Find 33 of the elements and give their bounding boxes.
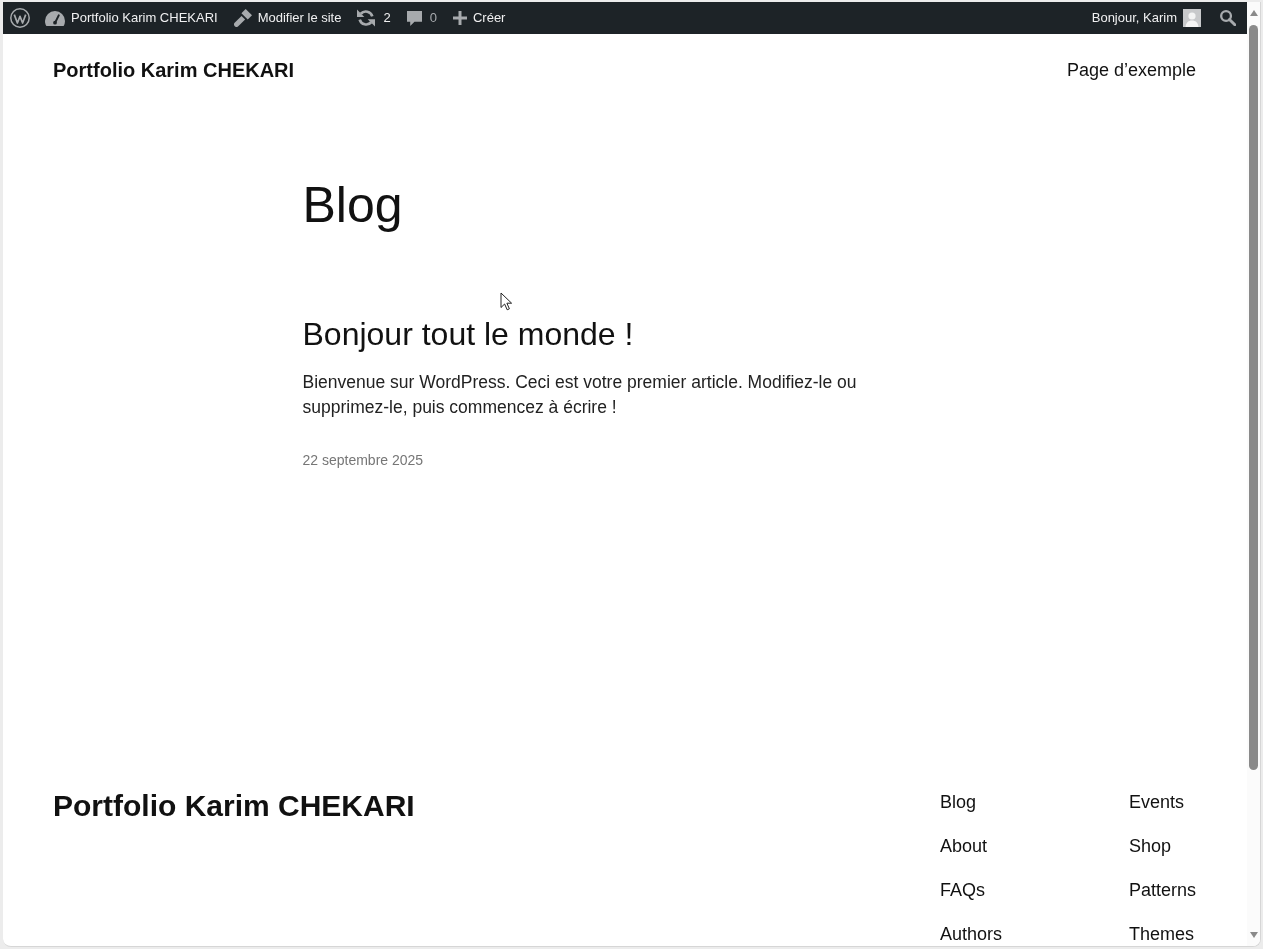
scroll-up-icon[interactable] [1249,10,1258,16]
scroll-down-icon[interactable] [1249,932,1258,938]
gauge-icon [45,10,65,26]
brush-icon [233,9,252,27]
logo-icon [10,8,30,28]
post-excerpt: Bienvenue sur WordPress. Ceci est votre premier article. Modifiez-le ou supprimez-le, puis commencez à écrire ! [302,371,858,419]
post-title[interactable]: Bonjour tout le monde ! [302,315,948,353]
scrollbar-thumb[interactable] [1249,25,1258,770]
updates-link[interactable]: 2 [349,2,399,34]
new-content-link[interactable]: Créer [444,2,514,34]
post-date: 22 septembre 2025 [302,451,425,470]
speech-bubble-icon [406,10,422,26]
nav-link[interactable]: Page d’exemple [1066,58,1196,82]
footer-nav-link[interactable]: Patterns [1128,879,1196,901]
mouse-cursor-icon [500,292,513,311]
refresh-icon [357,9,376,27]
site-title[interactable]: Portfolio Karim CHEKARI [53,56,295,84]
footer-nav-link[interactable]: FAQs [939,879,985,901]
footer-nav-link[interactable]: Authors [939,923,1002,945]
footer-nav-link[interactable]: About [939,835,987,857]
footer-nav-link[interactable]: Blog [939,791,976,813]
account-link[interactable]: Bonjour, Karim [1083,2,1209,34]
footer-nav-link[interactable]: Shop [1128,835,1171,857]
plus-icon [452,11,467,25]
avatar-icon [1183,9,1201,27]
footer-site-title[interactable]: Portfolio Karim CHEKARI [53,786,415,826]
page-title: Blog [302,176,404,235]
site-name-link[interactable]: Portfolio Karim CHEKARI [37,2,226,34]
footer-nav-link[interactable]: Themes [1128,923,1194,945]
footer-nav-link[interactable]: Events [1128,791,1184,813]
search-icon [1220,10,1236,26]
edit-site-link[interactable]: Modifier le site [225,2,350,34]
comments-link[interactable]: 0 [398,2,445,34]
